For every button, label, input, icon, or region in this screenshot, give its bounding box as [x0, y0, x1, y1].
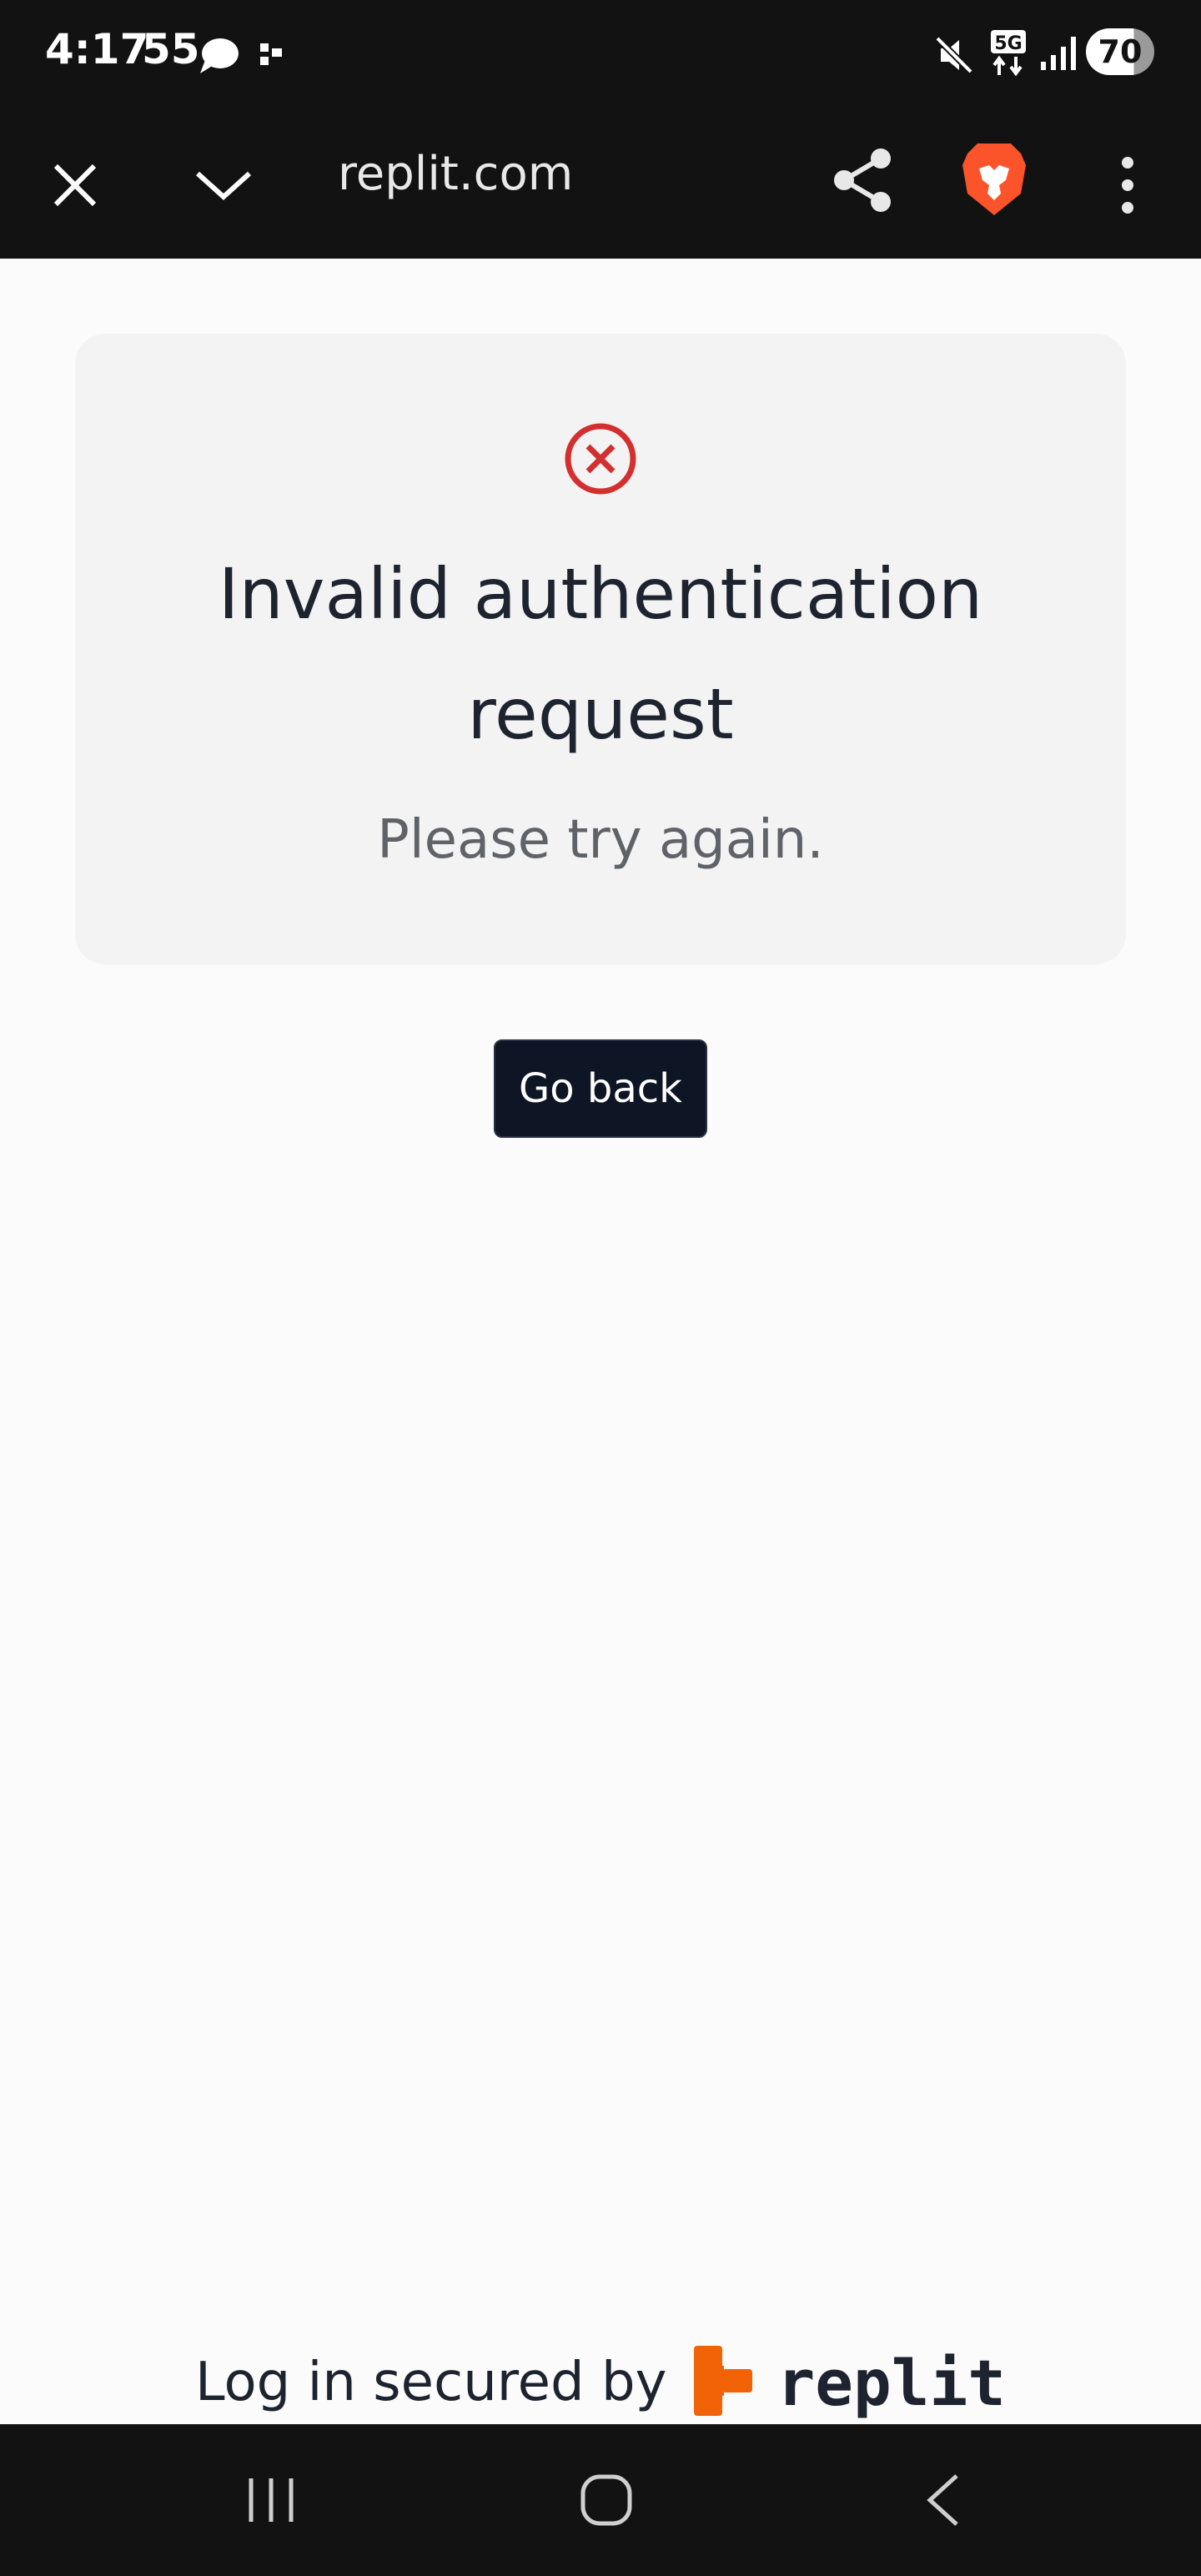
svg-text:5G: 5G	[994, 33, 1022, 54]
url-bar[interactable]: replit.com	[338, 147, 573, 201]
error-title: Invalid authentication request	[218, 553, 983, 755]
battery-icon: 70	[1086, 28, 1154, 75]
error-message: Please try again.	[377, 809, 824, 871]
signal-icon	[1039, 33, 1078, 76]
mute-icon	[934, 35, 974, 79]
footer-text: Log in secured by	[194, 2352, 667, 2413]
home-icon[interactable]	[560, 2463, 652, 2538]
brave-icon[interactable]	[952, 133, 1036, 225]
browser-toolbar: replit.com	[0, 107, 1201, 259]
back-icon[interactable]	[896, 2463, 987, 2538]
status-bar: 4:17 55 5G 70	[0, 0, 1201, 107]
status-time: 4:17	[45, 25, 149, 73]
error-circle-icon	[563, 421, 638, 501]
5g-icon: 5G	[989, 28, 1028, 81]
more-vertical-icon[interactable]	[1089, 143, 1166, 227]
go-back-button[interactable]: Go back	[494, 1039, 707, 1138]
footer: Log in secured by replit	[0, 2341, 1201, 2424]
cast-icon	[260, 40, 289, 73]
status-extra: 55	[142, 25, 200, 73]
chevron-down-icon[interactable]	[182, 143, 265, 227]
close-icon[interactable]	[33, 143, 117, 227]
replit-logo-icon	[693, 2345, 752, 2420]
share-icon[interactable]	[821, 138, 904, 222]
replit-brand: replit	[776, 2345, 1007, 2420]
error-card: Invalid authentication request Please tr…	[75, 334, 1126, 964]
threads-icon	[197, 33, 240, 81]
recents-icon[interactable]	[225, 2463, 317, 2538]
navigation-bar	[0, 2424, 1201, 2576]
